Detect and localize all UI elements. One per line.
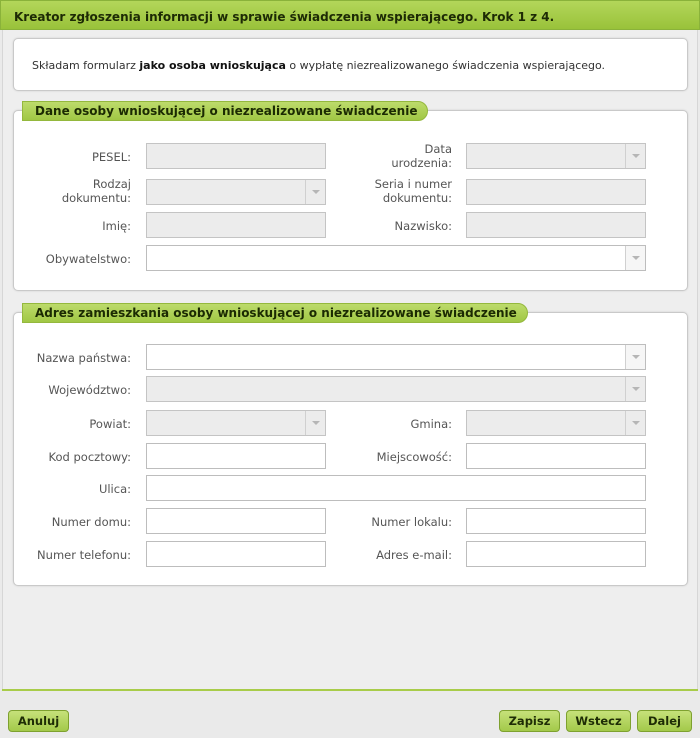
commune-label: Gmina:	[410, 417, 452, 431]
house-number-field[interactable]	[146, 508, 326, 534]
person-section: Dane osoby wnioskującej o niezrealizowan…	[13, 101, 688, 291]
phone-field[interactable]	[146, 541, 326, 567]
apartment-number-field[interactable]	[466, 508, 646, 534]
doc-type-label-line2: dokumentu:	[61, 191, 131, 205]
birth-date-label: Data urodzenia:	[354, 142, 452, 170]
doc-type-select	[146, 179, 326, 205]
intro-suffix: o wypłatę niezrealizowanego świadczenia …	[285, 59, 606, 72]
last-name-label: Nazwisko:	[394, 219, 452, 233]
postal-code-field[interactable]	[146, 443, 326, 469]
birth-date-select	[466, 143, 646, 169]
chevron-down-icon[interactable]	[625, 345, 645, 369]
doc-type-label: Rodzaj dokumentu:	[24, 177, 131, 205]
apartment-number-label: Numer lokalu:	[371, 515, 452, 529]
intro-prefix: Składam formularz	[32, 59, 140, 72]
house-number-label: Numer domu:	[51, 515, 131, 529]
pesel-label: PESEL:	[91, 150, 131, 164]
back-button[interactable]: Wstecz	[566, 710, 631, 732]
city-label: Miejscowość:	[376, 450, 452, 464]
first-name-field	[146, 212, 326, 238]
city-field[interactable]	[466, 443, 646, 469]
chevron-down-icon	[625, 144, 645, 168]
county-select	[146, 410, 326, 436]
doc-type-label-line1: Rodzaj	[92, 177, 131, 191]
voivodeship-label: Województwo:	[48, 383, 131, 397]
cancel-button[interactable]: Anuluj	[8, 710, 69, 732]
citizenship-label: Obywatelstwo:	[45, 252, 131, 266]
phone-label: Numer telefonu:	[37, 548, 131, 562]
address-section: Adres zamieszkania osoby wnioskującej o …	[13, 303, 688, 586]
email-field[interactable]	[466, 541, 646, 567]
wizard-content: Składam formularz jako osoba wnioskująca…	[2, 30, 698, 690]
address-section-legend: Adres zamieszkania osoby wnioskującej o …	[22, 303, 528, 323]
birth-date-label-line1: Data	[424, 142, 452, 156]
country-select[interactable]	[146, 344, 646, 370]
chevron-down-icon	[305, 180, 325, 204]
street-label: Ulica:	[98, 482, 131, 496]
chevron-down-icon	[625, 411, 645, 435]
chevron-down-icon	[305, 411, 325, 435]
birth-date-label-line2: urodzenia:	[391, 156, 452, 170]
intro-bold: jako osoba wnioskująca	[139, 59, 286, 72]
last-name-field	[466, 212, 646, 238]
chevron-down-icon	[625, 377, 645, 401]
postal-code-label: Kod pocztowy:	[48, 450, 131, 464]
doc-number-label-line1: Seria i numer	[374, 177, 452, 191]
country-label: Nazwa państwa:	[36, 351, 131, 365]
street-field[interactable]	[146, 475, 646, 501]
chevron-down-icon[interactable]	[625, 246, 645, 270]
save-button[interactable]: Zapisz	[499, 710, 560, 732]
doc-number-label: Seria i numer dokumentu:	[354, 177, 452, 205]
footer-divider	[2, 689, 698, 691]
doc-number-label-line2: dokumentu:	[382, 191, 452, 205]
next-button[interactable]: Dalej	[637, 710, 692, 732]
wizard-title: Kreator zgłoszenia informacji w sprawie …	[0, 0, 700, 30]
county-label: Powiat:	[89, 417, 131, 431]
intro-text: Składam formularz jako osoba wnioskująca…	[32, 59, 605, 72]
email-label: Adres e-mail:	[376, 548, 452, 562]
person-section-legend: Dane osoby wnioskującej o niezrealizowan…	[22, 101, 429, 121]
intro-panel: Składam formularz jako osoba wnioskująca…	[13, 38, 688, 91]
first-name-label: Imię:	[102, 219, 131, 233]
commune-select	[466, 410, 646, 436]
voivodeship-select	[146, 376, 646, 402]
doc-number-field	[466, 179, 646, 205]
citizenship-select[interactable]	[146, 245, 646, 271]
pesel-field	[146, 143, 326, 169]
